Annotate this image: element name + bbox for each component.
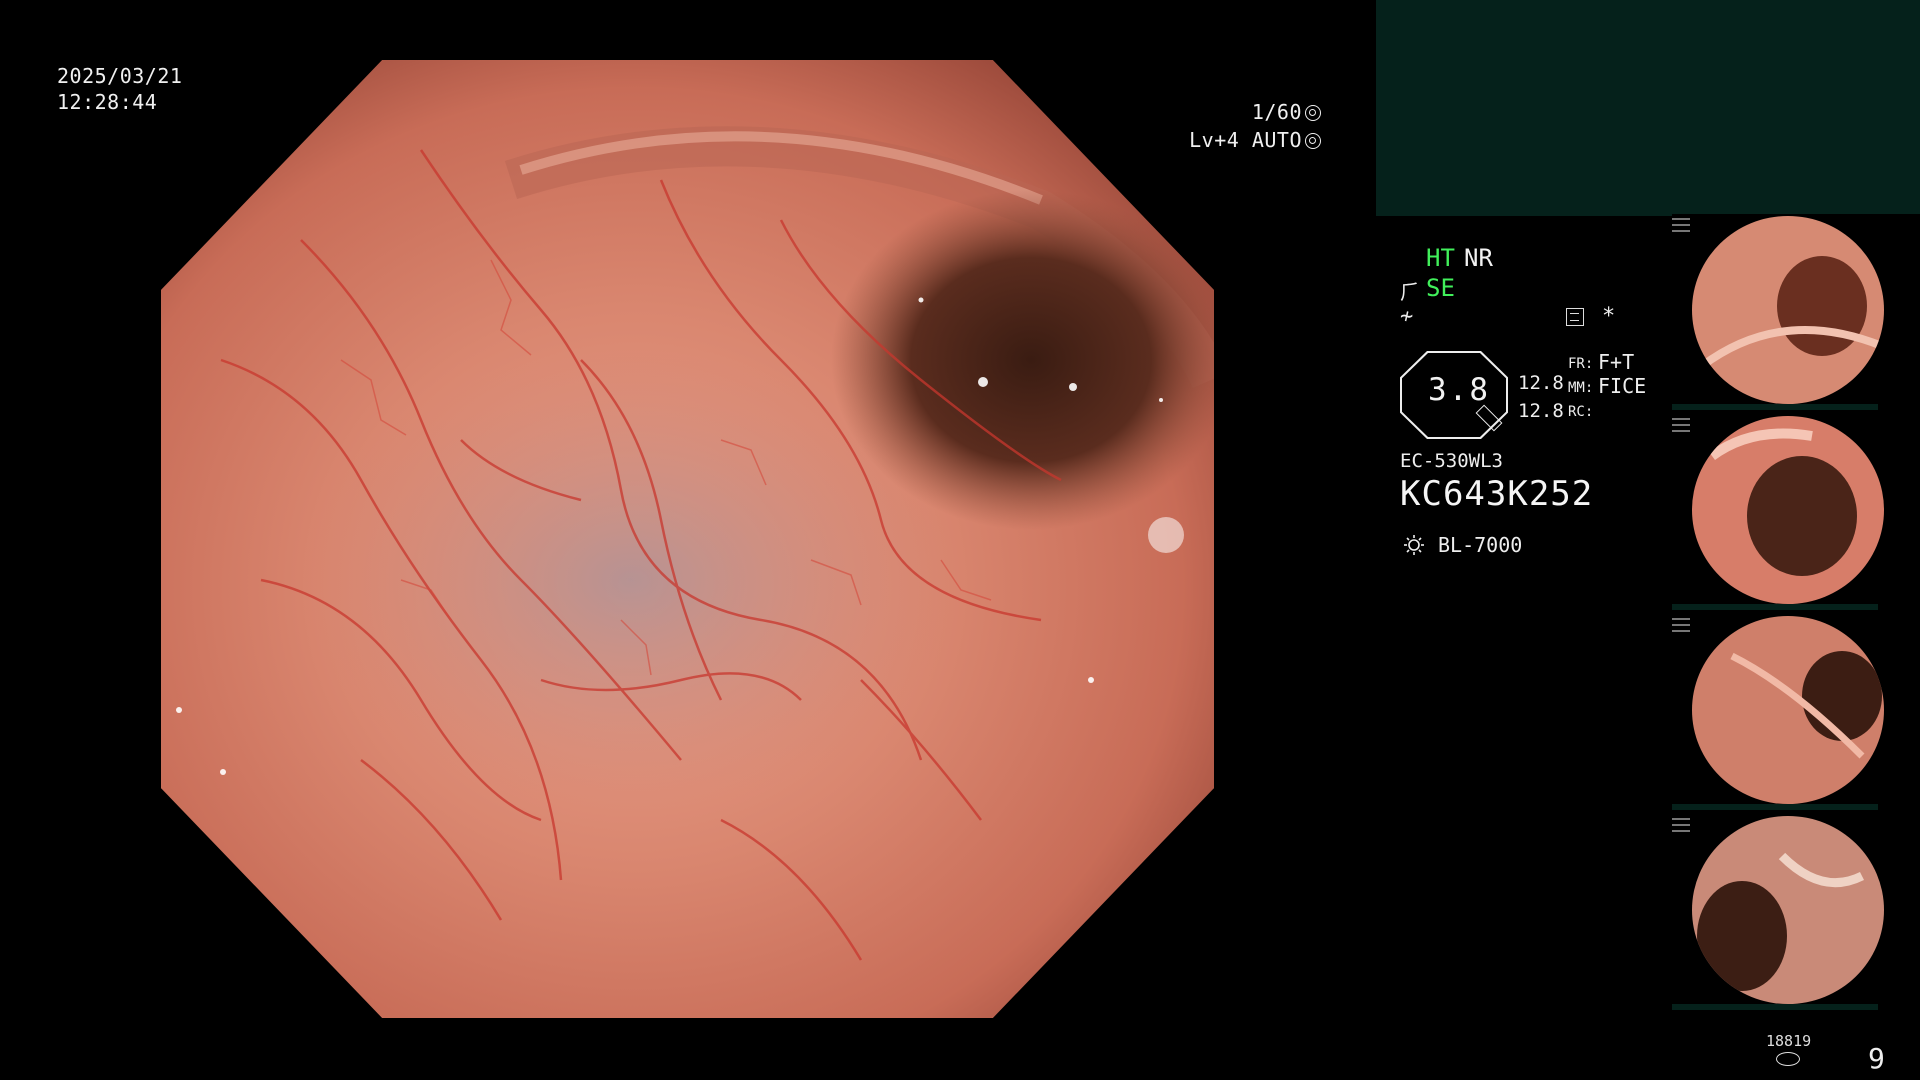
image-counter: 18819 (1766, 1032, 1812, 1050)
freeze-icon: ≁ (1400, 304, 1414, 329)
time-readout: 12:28:44 (57, 90, 158, 114)
fr-value: F+T (1598, 350, 1635, 374)
structure-enhance-icon: ⺁ (1400, 280, 1420, 304)
fr-label: FR: (1568, 356, 1594, 372)
thumbnail-image (1692, 416, 1884, 604)
iris-icon (1305, 105, 1321, 121)
page-number: 9 (1868, 1042, 1885, 1075)
shutter-readout: 1/60 (1252, 100, 1321, 124)
ht-indicator: HT (1426, 244, 1455, 272)
thumbnail-image (1692, 616, 1884, 804)
endoscopic-live-image (161, 60, 1214, 1018)
gain-value: Lv+4 AUTO (1189, 128, 1302, 152)
star-marker: * (1602, 304, 1616, 329)
info-panel-header (1376, 0, 1920, 216)
scope-value: 3.8 (1428, 372, 1490, 408)
mm-value: FICE (1598, 374, 1647, 398)
menu-icon (1566, 308, 1584, 326)
endoscope-monitor: 2025/03/21 12:28:44 1/60 Lv+4 AUTO HT NR… (0, 0, 1920, 1080)
thumbnail-image (1692, 816, 1884, 1004)
auto-exposure-icon (1305, 133, 1321, 149)
storage-icon (1776, 1052, 1800, 1066)
scope-number-2: 12.8 (1518, 400, 1564, 422)
captured-thumbnail-1[interactable] (1672, 214, 1920, 410)
nr-indicator: NR (1464, 244, 1493, 272)
mm-label: MM: (1568, 380, 1594, 396)
captured-thumbnail-3[interactable] (1672, 614, 1920, 810)
date-readout: 2025/03/21 (57, 64, 183, 88)
se-indicator: SE (1426, 274, 1455, 302)
captured-thumbnail-2[interactable] (1672, 414, 1920, 610)
thumbnail-image (1692, 216, 1884, 404)
shutter-value: 1/60 (1251, 100, 1302, 124)
light-source-icon (1404, 535, 1424, 555)
light-source-model: BL-7000 (1438, 533, 1523, 557)
gain-readout: Lv+4 AUTO (1189, 128, 1321, 152)
rc-label: RC: (1568, 404, 1594, 420)
scope-model: EC-530WL3 (1400, 450, 1503, 472)
scope-number-1: 12.8 (1518, 372, 1564, 394)
scope-serial: KC643K252 (1400, 474, 1594, 514)
captured-thumbnail-4[interactable] (1672, 814, 1920, 1010)
